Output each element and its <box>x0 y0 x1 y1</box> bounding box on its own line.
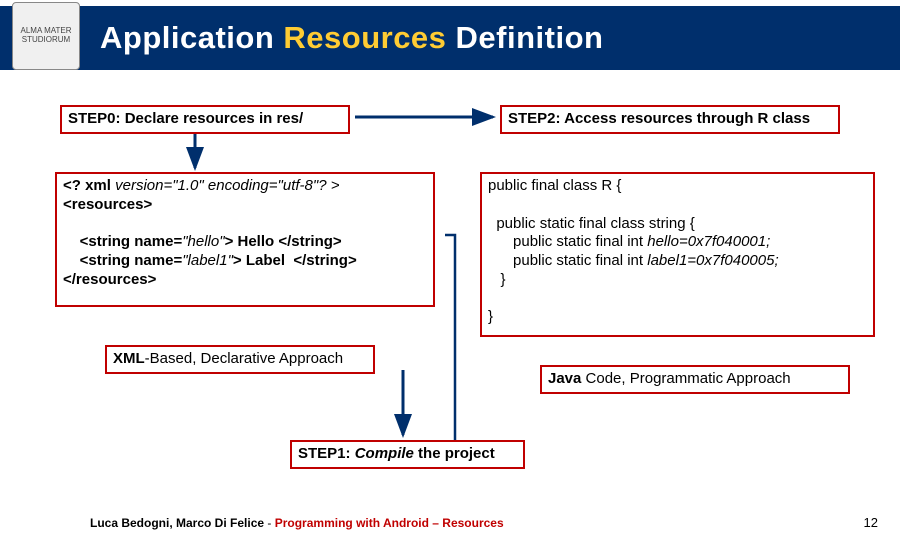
step0-label: STEP0 <box>68 110 116 127</box>
page-number: 12 <box>864 515 878 530</box>
java-code: public final class R { public static fin… <box>488 177 867 327</box>
seal-text: ALMA MATER STUDIORUM <box>13 27 79 45</box>
java-approach-box: Java Code, Programmatic Approach <box>540 365 850 394</box>
footer-sep: - <box>264 516 275 530</box>
step0-box: STEP0: Declare resources in res/ <box>60 105 350 134</box>
java-approach-rest: Code, Programmatic Approach <box>581 370 790 387</box>
step2-label: STEP2 <box>508 110 556 127</box>
footer-authors: Luca Bedogni, Marco Di Felice <box>90 516 264 530</box>
xml-code: <? xml version="1.0" encoding="utf-8"? >… <box>63 177 427 290</box>
title-accent: Resources <box>283 20 446 55</box>
xml-approach-bold: XML <box>113 350 145 367</box>
footer-course: Programming with Android – Resources <box>275 516 504 530</box>
xml-code-box: <? xml version="1.0" encoding="utf-8"? >… <box>55 172 435 307</box>
step1-box: STEP1: Compile the project <box>290 440 525 469</box>
title-part2: Definition <box>446 20 603 55</box>
step1-italic: Compile <box>355 445 414 462</box>
title-part1: Application <box>100 20 283 55</box>
step2-desc: : Access resources through R class <box>556 110 811 127</box>
xml-approach-box: XML-Based, Declarative Approach <box>105 345 375 374</box>
footer: Luca Bedogni, Marco Di Felice - Programm… <box>90 516 880 530</box>
step2-box: STEP2: Access resources through R class <box>500 105 840 134</box>
title-bar: Application Resources Definition <box>0 6 900 70</box>
step1-suffix: the project <box>414 445 495 462</box>
java-approach-bold: Java <box>548 370 581 387</box>
xml-approach-rest: -Based, Declarative Approach <box>145 350 343 367</box>
step0-desc: : Declare resources in res/ <box>116 110 304 127</box>
university-seal: ALMA MATER STUDIORUM <box>12 2 80 70</box>
slide-title: Application Resources Definition <box>100 20 603 56</box>
step1-label: STEP1 <box>298 445 346 462</box>
java-code-box: public final class R { public static fin… <box>480 172 875 337</box>
step1-prefix: : <box>346 445 355 462</box>
